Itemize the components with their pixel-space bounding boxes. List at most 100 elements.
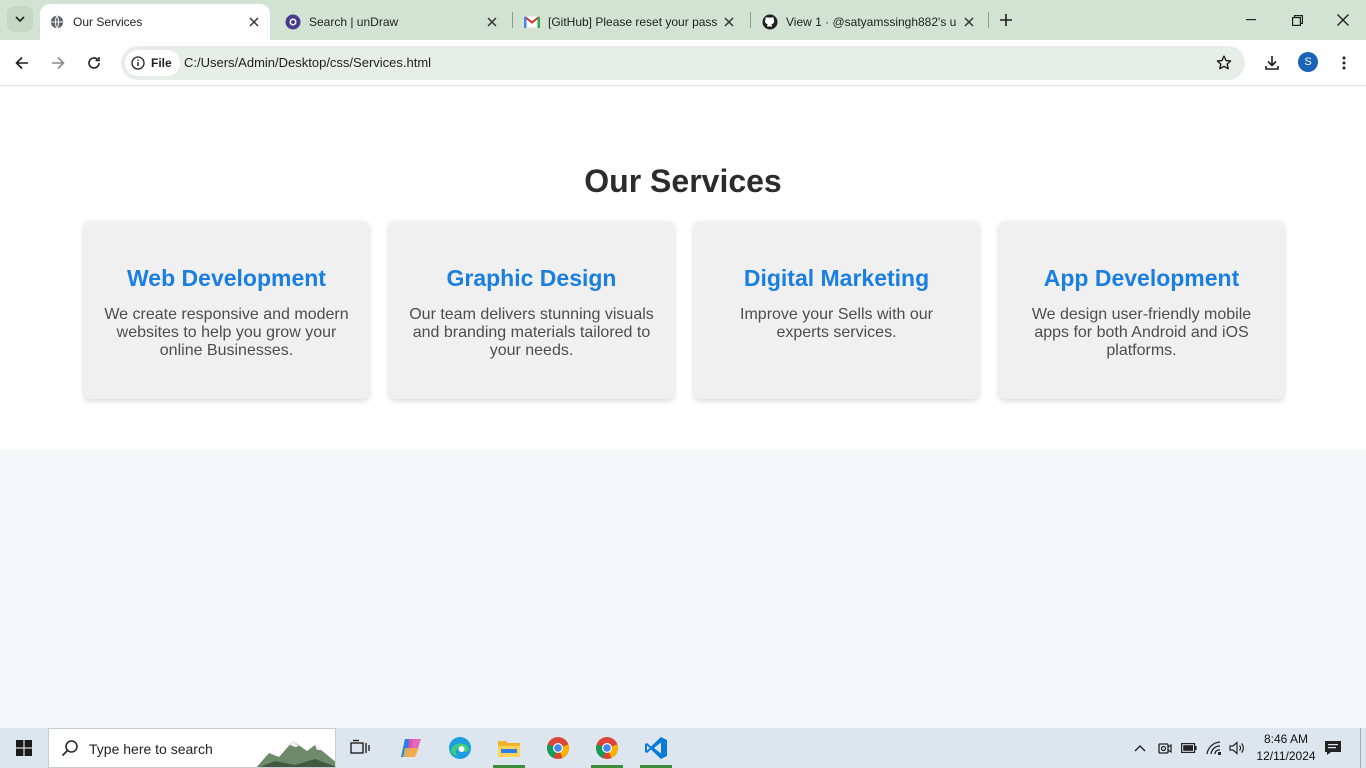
show-desktop-button[interactable] (1360, 728, 1361, 768)
speaker-icon (1229, 741, 1244, 755)
download-icon (1265, 56, 1279, 70)
github-icon (762, 14, 778, 30)
chrome-icon (596, 737, 618, 759)
browser-menu-button[interactable] (1333, 52, 1355, 74)
tab-divider (750, 12, 751, 28)
copilot-icon (401, 739, 421, 757)
clock-date: 12/11/2024 (1256, 749, 1316, 763)
vscode-icon (645, 737, 667, 759)
site-info-label: File (151, 56, 172, 70)
service-card-text: We design user-friendly mobile apps for … (1031, 306, 1252, 359)
service-card-title: Web Development (127, 265, 326, 291)
restore-button[interactable] (1274, 0, 1320, 40)
task-view-icon (350, 739, 370, 754)
notification-center-button[interactable] (1322, 728, 1344, 768)
arrow-right-icon (52, 56, 65, 70)
wifi-icon (1206, 741, 1221, 755)
close-icon[interactable] (959, 12, 979, 32)
close-icon[interactable] (719, 12, 739, 32)
chevron-down-icon (15, 16, 25, 22)
network-status[interactable] (1204, 728, 1224, 768)
camera-icon (1158, 743, 1172, 754)
service-card-text: We create responsive and modern websites… (104, 306, 349, 359)
services-section: Our Services Web Development We create r… (0, 87, 1366, 449)
new-tab-button[interactable] (994, 8, 1018, 32)
close-icon[interactable] (482, 12, 502, 32)
windows-taskbar: Type here to search 8:46 AM 12/11/2024 (0, 728, 1366, 768)
windows-logo-icon (16, 740, 32, 756)
restore-icon (1291, 14, 1303, 26)
service-card-text: Improve your Sells with our experts serv… (740, 306, 933, 341)
tab-title: Our Services (73, 15, 143, 29)
start-button[interactable] (0, 728, 48, 768)
undraw-icon (285, 14, 301, 30)
close-icon[interactable] (244, 12, 264, 32)
bookmark-star-icon[interactable] (1215, 54, 1233, 72)
url-text[interactable]: C:/Users/Admin/Desktop/css/Services.html (184, 55, 431, 70)
service-card: App Development We design user-friendly … (999, 221, 1284, 399)
file-explorer-button[interactable] (487, 728, 531, 768)
arrow-left-icon (15, 56, 28, 70)
task-view-button[interactable] (338, 728, 382, 768)
tab-divider (988, 12, 989, 28)
notification-icon (1325, 741, 1341, 755)
system-clock[interactable]: 8:46 AM 12/11/2024 (1250, 731, 1322, 765)
minimize-icon (1246, 19, 1256, 21)
minimize-button[interactable] (1228, 0, 1274, 40)
edge-icon (449, 737, 471, 759)
kebab-menu-icon (1342, 56, 1346, 70)
tab-strip: Our Services Search | unDraw [GitHub] Pl… (0, 0, 1366, 40)
vscode-button[interactable] (634, 728, 678, 768)
gmail-icon (524, 14, 540, 30)
tab-our-services[interactable]: Our Services (40, 4, 270, 40)
battery-icon (1181, 743, 1197, 753)
service-card-title: Graphic Design (446, 265, 617, 291)
reload-button[interactable] (80, 49, 108, 77)
search-placeholder: Type here to search (89, 741, 213, 757)
service-card: Digital Marketing Improve your Sells wit… (694, 221, 979, 399)
close-window-button[interactable] (1320, 0, 1366, 40)
clock-time: 8:46 AM (1263, 732, 1309, 746)
search-highlight-image (256, 741, 335, 767)
chrome-icon (547, 737, 569, 759)
edge-button[interactable] (438, 728, 482, 768)
close-icon (1337, 14, 1349, 26)
page-viewport: Our Services Web Development We create r… (0, 87, 1366, 728)
show-hidden-icons-button[interactable] (1130, 728, 1150, 768)
copilot-button[interactable] (389, 728, 433, 768)
forward-button[interactable] (44, 49, 72, 77)
globe-icon (49, 14, 65, 30)
meet-now-button[interactable] (1155, 728, 1175, 768)
page-title: Our Services (584, 163, 782, 199)
tab-undraw[interactable]: Search | unDraw (276, 4, 508, 40)
site-info-chip[interactable]: File (125, 50, 180, 76)
service-card-text: Our team delivers stunning visuals and b… (409, 306, 654, 359)
tab-gmail[interactable]: [GitHub] Please reset your pass (515, 4, 745, 40)
tab-github[interactable]: View 1 · @satyamssingh882's u (753, 4, 985, 40)
reload-icon (88, 57, 100, 69)
tab-title: View 1 · @satyamssingh882's u (786, 15, 957, 29)
chrome-button[interactable] (585, 728, 629, 768)
taskbar-search-box[interactable]: Type here to search (48, 728, 336, 768)
service-card: Web Development We create responsive and… (84, 221, 369, 399)
tab-divider (512, 12, 513, 28)
service-card-title: Digital Marketing (743, 265, 930, 291)
tab-title: Search | unDraw (309, 15, 399, 29)
file-explorer-icon (498, 741, 520, 757)
downloads-button[interactable] (1261, 52, 1283, 74)
search-icon (61, 740, 78, 757)
tab-title: [GitHub] Please reset your pass (548, 15, 718, 29)
battery-status[interactable] (1179, 728, 1199, 768)
service-card-title: App Development (1043, 265, 1240, 291)
info-icon (131, 56, 145, 70)
browser-toolbar: File C:/Users/Admin/Desktop/css/Services… (0, 40, 1366, 86)
chrome-button[interactable] (536, 728, 580, 768)
tab-search-button[interactable] (7, 6, 33, 32)
volume-control[interactable] (1227, 728, 1247, 768)
profile-avatar[interactable]: S (1298, 52, 1318, 72)
service-card: Graphic Design Our team delivers stunnin… (389, 221, 674, 399)
back-button[interactable] (8, 49, 36, 77)
chevron-up-icon (1134, 745, 1146, 752)
address-bar[interactable]: File C:/Users/Admin/Desktop/css/Services… (121, 46, 1245, 80)
plus-icon (1000, 14, 1012, 26)
